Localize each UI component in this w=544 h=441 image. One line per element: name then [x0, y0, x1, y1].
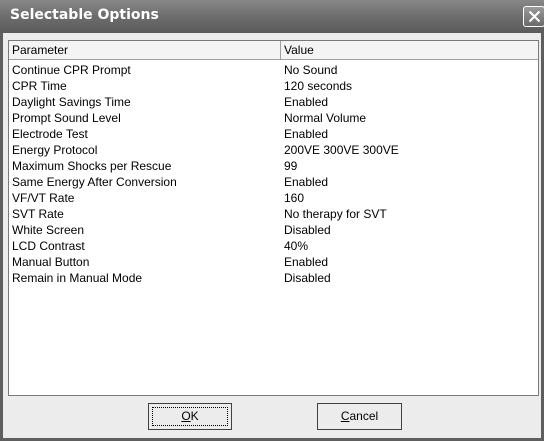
list-item[interactable]: Prompt Sound Level Normal Volume	[9, 110, 538, 126]
value-cell: Enabled	[284, 255, 329, 269]
list-item[interactable]: White Screen Disabled	[9, 222, 538, 238]
cancel-button[interactable]: Cancel	[317, 403, 402, 430]
parameter-cell: Continue CPR Prompt	[12, 63, 131, 77]
value-cell: 99	[284, 159, 298, 173]
parameter-cell: Same Energy After Conversion	[12, 175, 177, 189]
list-item[interactable]: LCD Contrast 40%	[9, 238, 538, 254]
list-item[interactable]: CPR Time 120 seconds	[9, 78, 538, 94]
column-header-parameter[interactable]: Parameter	[9, 41, 281, 59]
options-list[interactable]: Parameter Value Continue CPR Prompt No So…	[8, 40, 539, 396]
value-cell: Normal Volume	[284, 111, 367, 125]
parameter-cell: VF/VT Rate	[12, 191, 75, 205]
parameter-cell: Energy Protocol	[12, 143, 98, 157]
parameter-cell: Electrode Test	[12, 127, 88, 141]
parameter-cell: CPR Time	[12, 79, 67, 93]
window-title: Selectable Options	[10, 7, 159, 23]
list-item[interactable]: Energy Protocol 200VE 300VE 300VE	[9, 142, 538, 158]
value-cell: Disabled	[284, 223, 331, 237]
value-cell: No Sound	[284, 63, 338, 77]
value-cell: 160	[284, 191, 305, 205]
value-cell: Enabled	[284, 175, 329, 189]
parameter-cell: White Screen	[12, 223, 85, 237]
selectable-options-dialog: Selectable Options Parameter Value Conti…	[0, 0, 544, 441]
list-item[interactable]: Continue CPR Prompt No Sound	[9, 62, 538, 78]
ok-mnemonic: O	[181, 409, 191, 423]
list-item[interactable]: Electrode Test Enabled	[9, 126, 538, 142]
list-item[interactable]: Manual Button Enabled	[9, 254, 538, 270]
list-rows: Continue CPR Prompt No Sound CPR Time 120 s…	[9, 62, 538, 286]
close-icon	[528, 10, 541, 23]
value-cell: Disabled	[284, 271, 331, 285]
value-cell: 200VE 300VE 300VE	[284, 143, 399, 157]
list-item[interactable]: Daylight Savings Time Enabled	[9, 94, 538, 110]
window-frame-left	[0, 33, 3, 441]
list-item[interactable]: Maximum Shocks per Rescue 99	[9, 158, 538, 174]
list-item[interactable]: Same Energy After Conversion Enabled	[9, 174, 538, 190]
value-cell: Enabled	[284, 95, 329, 109]
list-header: Parameter Value	[9, 41, 538, 60]
value-cell: 40%	[284, 239, 309, 253]
parameter-cell: LCD Contrast	[12, 239, 85, 253]
close-button[interactable]	[523, 6, 544, 27]
parameter-cell: SVT Rate	[12, 207, 64, 221]
value-cell: 120 seconds	[284, 79, 353, 93]
parameter-cell: Manual Button	[12, 255, 90, 269]
parameter-cell: Maximum Shocks per Rescue	[12, 159, 172, 173]
value-cell: No therapy for SVT	[284, 207, 387, 221]
list-item[interactable]: SVT Rate No therapy for SVT	[9, 206, 538, 222]
parameter-cell: Prompt Sound Level	[12, 111, 121, 125]
ok-button[interactable]: OK	[148, 403, 232, 430]
cancel-label-rest: ancel	[349, 409, 379, 423]
column-header-value[interactable]: Value	[281, 41, 538, 59]
title-bar[interactable]: Selectable Options	[0, 0, 544, 33]
parameter-cell: Daylight Savings Time	[12, 95, 131, 109]
parameter-cell: Remain in Manual Mode	[12, 271, 143, 285]
value-cell: Enabled	[284, 127, 329, 141]
list-item[interactable]: VF/VT Rate 160	[9, 190, 538, 206]
ok-label-rest: K	[190, 409, 199, 423]
list-item[interactable]: Remain in Manual Mode Disabled	[9, 270, 538, 286]
